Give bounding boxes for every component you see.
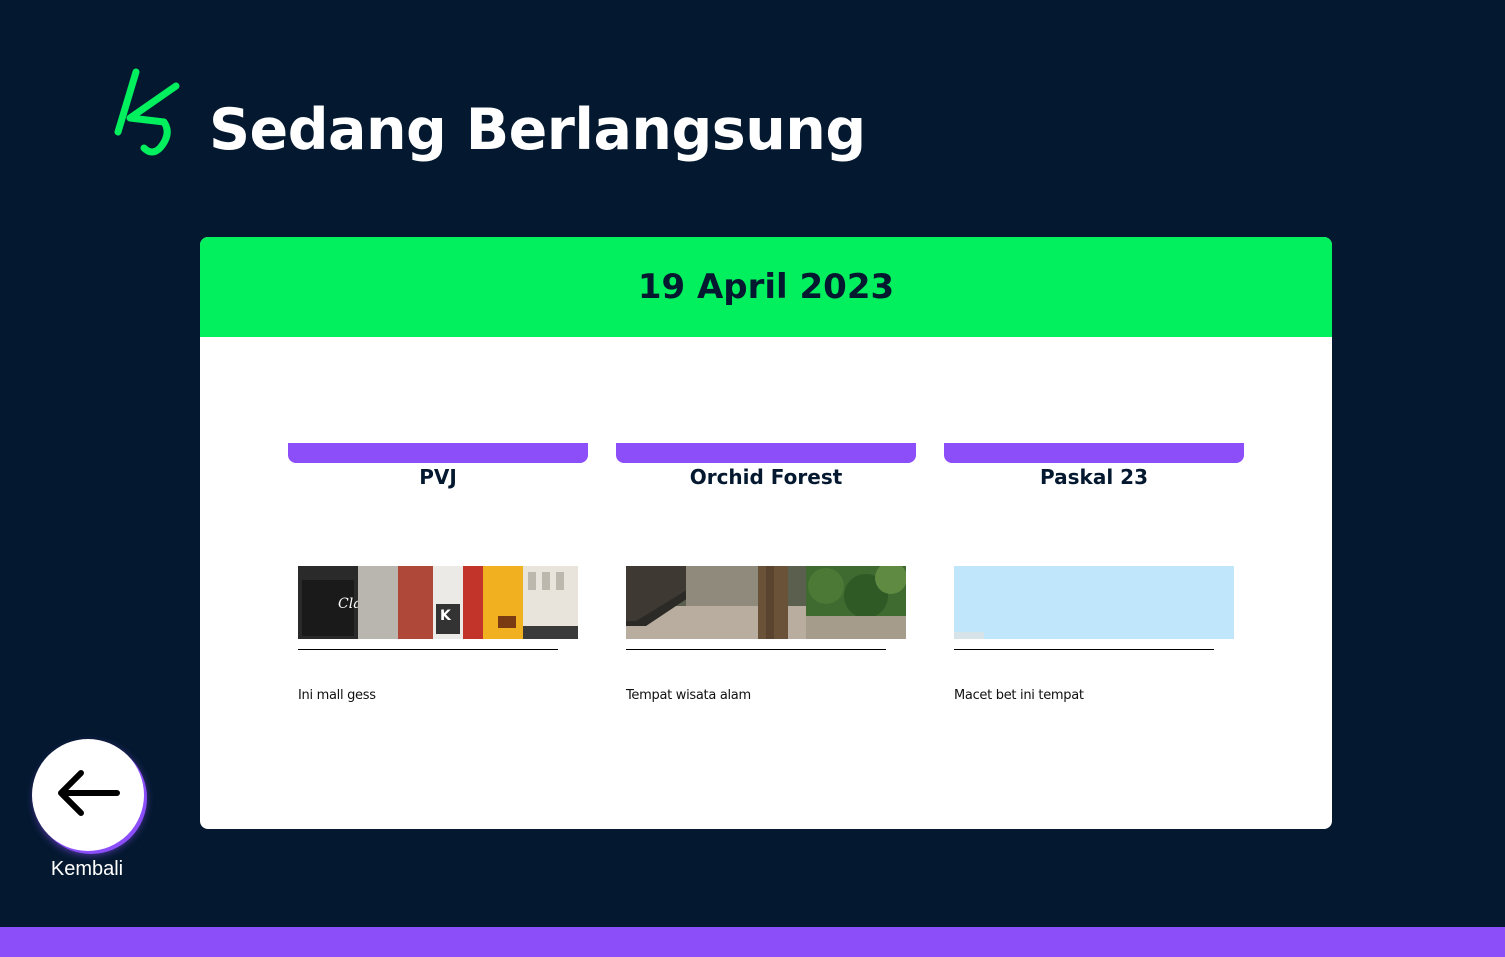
divider bbox=[298, 649, 558, 650]
place-description: Tempat wisata alam bbox=[626, 688, 751, 703]
place-card-orchid-forest[interactable]: Orchid Forest Tempat wisata alam bbox=[616, 443, 916, 703]
sky-photo bbox=[954, 566, 1234, 639]
mall-storefront-photo: Clarks K bbox=[298, 566, 578, 639]
forest-photo bbox=[626, 566, 906, 639]
place-description: Ini mall gess bbox=[298, 688, 376, 703]
place-name: Orchid Forest bbox=[689, 465, 843, 489]
place-bar bbox=[616, 443, 916, 463]
divider bbox=[626, 649, 886, 650]
event-card: 19 April 2023 PVJ Clarks K bbox=[200, 237, 1332, 829]
place-name: Paskal 23 bbox=[1040, 465, 1148, 489]
place-card-pvj[interactable]: PVJ Clarks K bbox=[288, 443, 588, 703]
place-description: Macet bet ini tempat bbox=[954, 688, 1084, 703]
place-name: PVJ bbox=[419, 465, 457, 489]
bottom-bar bbox=[0, 927, 1505, 957]
place-bar bbox=[288, 443, 588, 463]
page: Sedang Berlangsung 19 April 2023 PVJ Cla… bbox=[0, 0, 1505, 957]
svg-text:K: K bbox=[440, 608, 452, 624]
event-date: 19 April 2023 bbox=[637, 267, 895, 307]
event-card-header: 19 April 2023 bbox=[200, 237, 1332, 337]
ks-logo-icon bbox=[114, 68, 182, 158]
arrow-left-icon bbox=[55, 768, 121, 822]
place-card-paskal-23[interactable]: Paskal 23 Macet bet ini tempat bbox=[944, 443, 1244, 703]
divider bbox=[954, 649, 1214, 650]
back-button[interactable] bbox=[32, 739, 144, 851]
back-label[interactable]: Kembali bbox=[32, 858, 142, 881]
place-bar bbox=[944, 443, 1244, 463]
page-title: Sedang Berlangsung bbox=[209, 97, 866, 163]
